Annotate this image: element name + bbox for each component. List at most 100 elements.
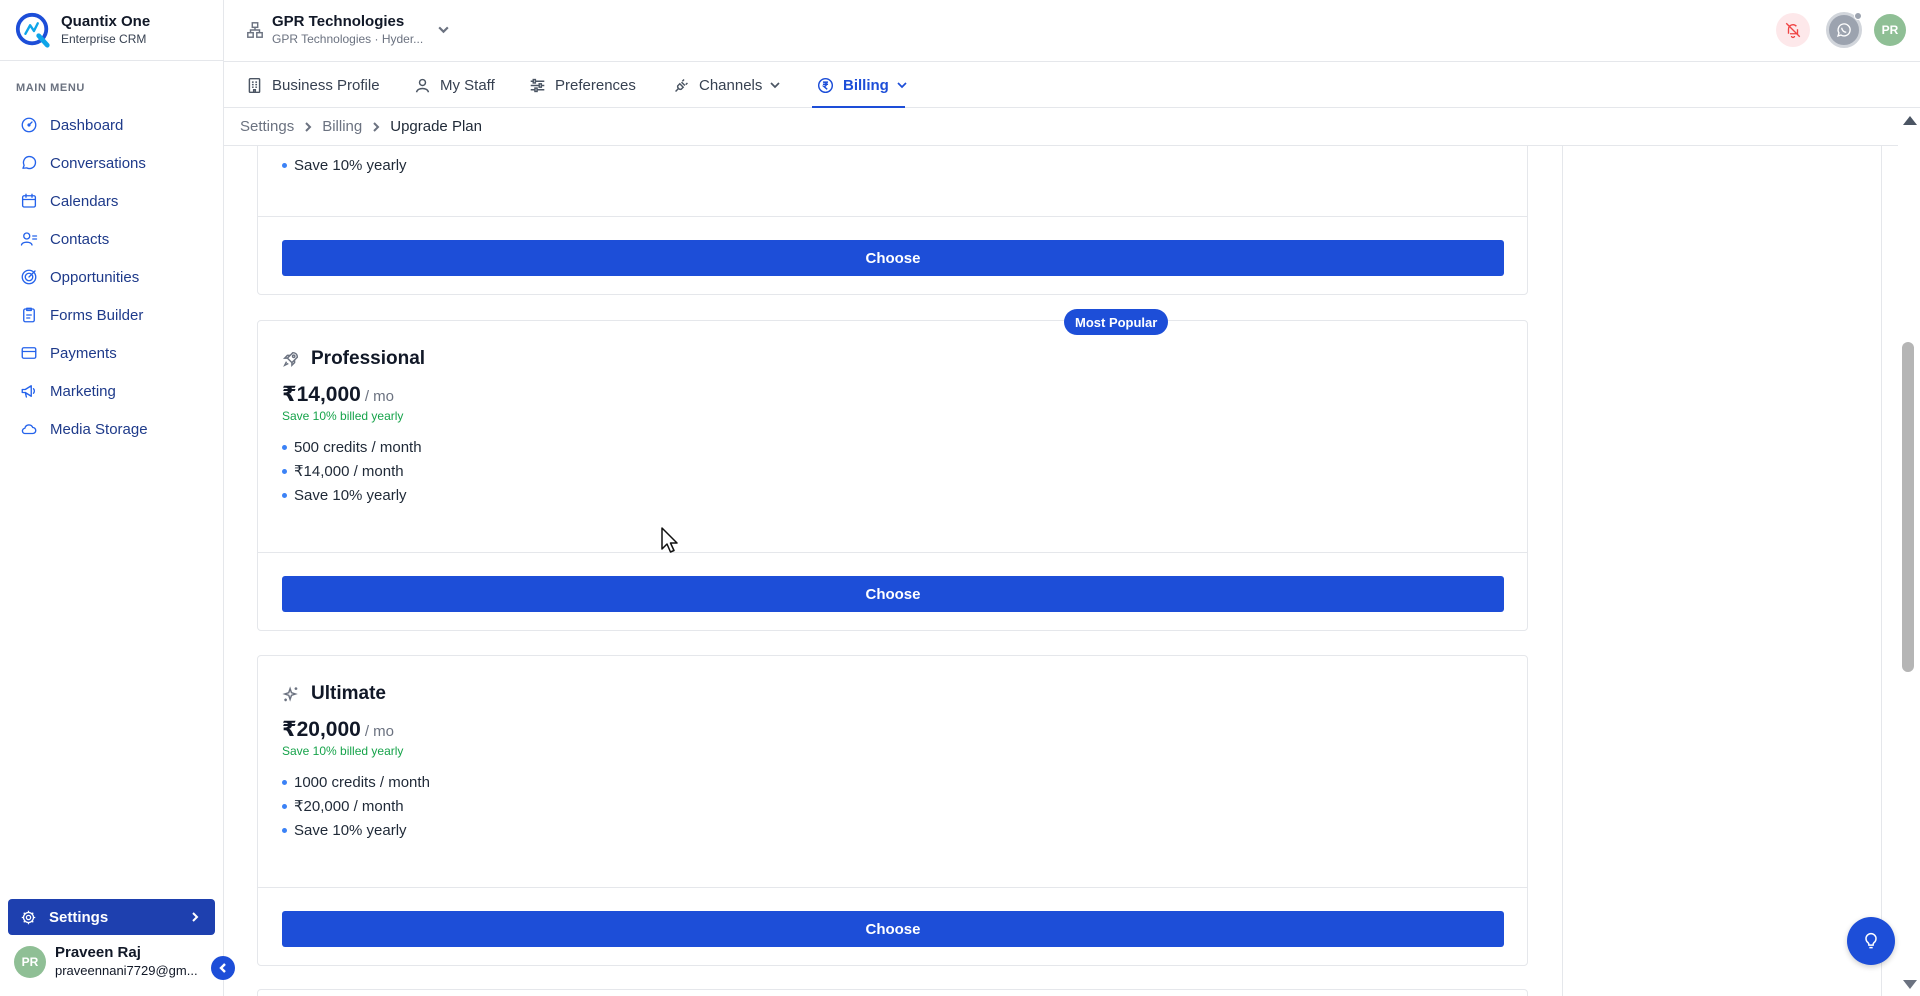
sidebar-item-forms-builder[interactable]: Forms Builder: [0, 296, 224, 334]
plan-features: Save 10% yearly: [258, 153, 1527, 177]
status-dot: [1854, 12, 1862, 20]
settings-tabs: Business Profile My Staff Preferences Ch…: [224, 62, 1920, 108]
tab-label: Preferences: [555, 76, 636, 94]
feature-item: Save 10% yearly: [282, 153, 1527, 177]
notifications-button[interactable]: [1776, 13, 1810, 47]
rupee-icon: [817, 77, 834, 93]
sidebar-item-conversations[interactable]: Conversations: [0, 144, 224, 182]
feature-item: Save 10% yearly: [282, 483, 1527, 507]
user-name: Praveen Raj: [55, 944, 141, 961]
sidebar-item-label: Opportunities: [50, 268, 140, 286]
org-switcher[interactable]: GPR Technologies GPR Technologies · Hyde…: [246, 13, 450, 47]
breadcrumb-settings[interactable]: Settings: [240, 118, 294, 135]
chevron-down-icon: [897, 82, 907, 89]
tab-label: Business Profile: [272, 76, 380, 94]
org-text: GPR Technologies GPR Technologies · Hyde…: [272, 13, 423, 47]
chevron-left-icon: [219, 963, 226, 973]
calendar-icon: [21, 193, 37, 208]
tab-business-profile[interactable]: Business Profile: [246, 62, 380, 108]
sidebar-item-label: Conversations: [50, 154, 146, 172]
sidebar-item-contacts[interactable]: Contacts: [0, 220, 224, 258]
plan-period: / mo: [364, 388, 395, 405]
sidebar-item-label: Forms Builder: [50, 306, 144, 324]
help-button[interactable]: [1847, 917, 1895, 965]
breadcrumb-upgrade-plan: Upgrade Plan: [390, 118, 482, 135]
target-icon: [21, 269, 37, 285]
plan-header: Ultimate ₹20,000/ mo Save 10% billed yea…: [258, 656, 1527, 842]
sidebar-item-payments[interactable]: Payments: [0, 334, 224, 372]
plan-header: Professional ₹14,000/ mo Save 10% billed…: [258, 321, 1527, 507]
building-icon: [248, 77, 261, 93]
tab-billing[interactable]: Billing: [817, 62, 908, 108]
tab-my-staff[interactable]: My Staff: [414, 62, 495, 108]
quantix-logo-icon: [15, 12, 50, 48]
choose-button[interactable]: Choose: [282, 576, 1504, 612]
plan-card-previous: Save 10% yearly Choose: [257, 146, 1528, 295]
sidebar: Quantix One Enterprise CRM MAIN MENU Das…: [0, 0, 224, 996]
choose-button[interactable]: Choose: [282, 240, 1504, 276]
sidebar-item-label: Calendars: [50, 192, 119, 210]
user-profile[interactable]: PR Praveen Raj praveennani7729@gm...: [14, 944, 200, 979]
chevron-down-icon: [438, 26, 449, 34]
most-popular-badge: Most Popular: [1064, 309, 1169, 335]
main-menu: Dashboard Conversations Calendars Contac…: [0, 106, 224, 448]
plan-period: / mo: [364, 723, 395, 740]
card-icon: [21, 347, 37, 359]
tab-label: My Staff: [440, 76, 495, 94]
clipboard-icon: [23, 307, 35, 323]
settings-button[interactable]: Settings: [8, 899, 215, 935]
brand[interactable]: Quantix One Enterprise CRM: [0, 0, 223, 61]
sidebar-item-label: Contacts: [50, 230, 110, 248]
brand-name: Quantix One: [61, 13, 151, 30]
breadcrumb: Settings Billing Upgrade Plan: [224, 108, 1920, 146]
dashboard-icon: [21, 117, 37, 133]
plan-name: Professional: [311, 348, 426, 369]
chevron-down-icon: [770, 82, 780, 89]
brand-subtitle: Enterprise CRM: [61, 32, 147, 46]
tab-label: Channels: [699, 76, 763, 94]
tab-channels[interactable]: Channels: [673, 62, 781, 108]
user-info: Praveen Raj praveennani7729@gm...: [55, 944, 200, 979]
plan-name: Ultimate: [311, 683, 386, 704]
plan-save-note: Save 10% billed yearly: [282, 744, 404, 758]
plan-title-row: Professional: [258, 348, 1527, 370]
sidebar-item-opportunities[interactable]: Opportunities: [0, 258, 224, 296]
feature-item: ₹14,000 / month: [282, 459, 1527, 483]
sidebar-item-marketing[interactable]: Marketing: [0, 372, 224, 410]
plan-price-row: ₹20,000/ mo: [258, 717, 1527, 742]
chat-icon: [22, 155, 37, 170]
plan-card-next: [257, 989, 1528, 996]
sparkles-icon: [282, 686, 298, 702]
sidebar-item-dashboard[interactable]: Dashboard: [0, 106, 224, 144]
scrollbar-thumb[interactable]: [1902, 342, 1914, 672]
sidebar-item-calendars[interactable]: Calendars: [0, 182, 224, 220]
plan-footer: Choose: [258, 887, 1527, 965]
chevron-right-icon: [373, 121, 380, 132]
header-actions: PR: [1776, 12, 1906, 48]
org-chart-icon: [247, 22, 263, 38]
plan-price: ₹14,000: [282, 383, 361, 406]
whatsapp-button[interactable]: [1826, 12, 1862, 48]
choose-button[interactable]: Choose: [282, 911, 1504, 947]
main-menu-heading: MAIN MENU: [16, 82, 85, 94]
avatar: PR: [14, 945, 46, 978]
collapse-sidebar-button[interactable]: [211, 956, 235, 980]
plan-price: ₹20,000: [282, 718, 361, 741]
tab-label: Billing: [843, 76, 889, 94]
page-scrollbar[interactable]: [1898, 108, 1920, 996]
header-avatar[interactable]: PR: [1874, 14, 1906, 46]
chevron-right-icon: [305, 121, 312, 132]
breadcrumb-billing[interactable]: Billing: [322, 118, 362, 135]
scroll-up-arrow-icon[interactable]: [1903, 116, 1917, 125]
brand-text: Quantix One Enterprise CRM: [61, 13, 150, 47]
org-name: GPR Technologies: [272, 13, 405, 30]
tab-preferences[interactable]: Preferences: [529, 62, 636, 108]
plug-icon: [675, 78, 688, 92]
sidebar-item-media-storage[interactable]: Media Storage: [0, 410, 224, 448]
feature-item: 1000 credits / month: [282, 770, 1527, 794]
org-subtitle: GPR Technologies · Hyder...: [272, 32, 424, 46]
plan-card-ultimate: Ultimate ₹20,000/ mo Save 10% billed yea…: [257, 655, 1528, 966]
scroll-down-arrow-icon[interactable]: [1903, 980, 1917, 989]
feature-item: 500 credits / month: [282, 435, 1527, 459]
mouse-cursor-icon: [661, 527, 678, 553]
